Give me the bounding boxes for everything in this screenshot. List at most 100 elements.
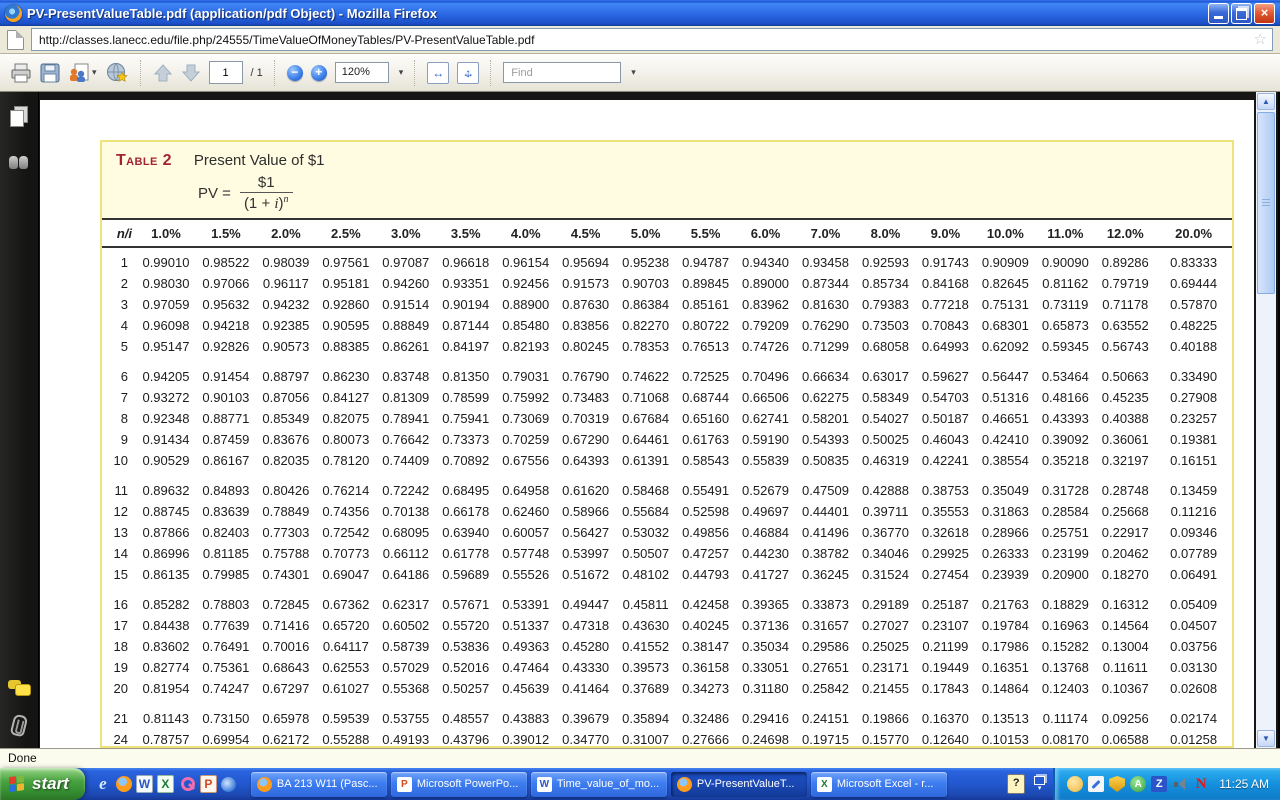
- taskbar-task-button[interactable]: WTime_value_of_mo...: [531, 772, 667, 797]
- value-cell: 0.55526: [496, 567, 556, 582]
- key-icon[interactable]: [178, 775, 196, 793]
- previous-page-button[interactable]: [153, 63, 173, 83]
- desktop: PV-PresentValueTable.pdf (application/pd…: [0, 0, 1280, 800]
- firefox-icon[interactable]: [116, 776, 132, 792]
- novell-icon[interactable]: N: [1193, 776, 1209, 792]
- shield-icon[interactable]: [1109, 776, 1125, 792]
- taskbar-task-button[interactable]: BA 213 W11 (Pasc...: [251, 772, 387, 797]
- value-cell: 0.36770: [855, 525, 915, 540]
- value-cell: 0.36158: [676, 660, 736, 675]
- z-app-icon[interactable]: Z: [1151, 776, 1167, 792]
- value-cell: 0.08170: [1035, 732, 1095, 747]
- scroll-up-button[interactable]: ▲: [1257, 93, 1275, 110]
- table-row: 20.980300.970660.961170.951810.942600.93…: [102, 273, 1232, 294]
- value-cell: 0.81309: [376, 390, 436, 405]
- value-cell: 0.06588: [1095, 732, 1155, 747]
- task-label: Microsoft Excel - r...: [837, 778, 941, 790]
- start-button[interactable]: start: [0, 768, 85, 800]
- value-cell: 0.02608: [1155, 681, 1232, 696]
- taskbar-task-button[interactable]: PV-PresentValueT...: [671, 772, 807, 797]
- pages-icon[interactable]: [8, 106, 30, 128]
- value-cell: 0.42241: [915, 453, 975, 468]
- table-row: 130.878660.824030.773030.725420.680950.6…: [102, 522, 1232, 543]
- value-cell: 0.26333: [975, 546, 1035, 561]
- value-cell: 0.54703: [915, 390, 975, 405]
- help-icon[interactable]: ?: [1007, 774, 1025, 794]
- messenger-icon[interactable]: [1067, 776, 1083, 792]
- value-cell: 0.42410: [975, 432, 1035, 447]
- value-cell: 0.16312: [1095, 597, 1155, 612]
- zoom-out-button[interactable]: −: [287, 65, 303, 81]
- find-caret-icon[interactable]: ▾: [631, 67, 636, 78]
- powerpoint-icon[interactable]: P: [200, 775, 217, 793]
- column-header: 4.5%: [556, 226, 616, 241]
- value-cell: 0.81630: [796, 297, 856, 312]
- status-text: Done: [8, 751, 37, 765]
- msn-icon[interactable]: [221, 777, 236, 792]
- zoom-level-select[interactable]: 120%: [335, 62, 389, 83]
- minimize-button[interactable]: [1208, 3, 1229, 24]
- taskbar-task-button[interactable]: XMicrosoft Excel - r...: [811, 772, 947, 797]
- value-cell: 0.74622: [616, 369, 676, 384]
- value-cell: 0.88849: [376, 318, 436, 333]
- value-cell: 0.65720: [316, 618, 376, 633]
- taskbar-task-button[interactable]: PMicrosoft PowerPo...: [391, 772, 527, 797]
- value-cell: 0.90573: [256, 339, 316, 354]
- vertical-scrollbar[interactable]: ▲ ▼: [1256, 92, 1276, 748]
- page-number-input[interactable]: [209, 61, 243, 84]
- scrollbar-thumb[interactable]: [1257, 112, 1275, 294]
- save-button[interactable]: [40, 63, 60, 83]
- attachments-icon[interactable]: [8, 714, 30, 736]
- value-cell: 0.86167: [196, 453, 256, 468]
- zoom-caret-icon[interactable]: ▾: [399, 67, 404, 78]
- period-cell: 14: [102, 546, 136, 561]
- value-cell: 0.58468: [616, 483, 676, 498]
- value-cell: 0.87056: [256, 390, 316, 405]
- print-button[interactable]: [10, 63, 32, 83]
- settings-icon[interactable]: [1088, 776, 1104, 792]
- value-cell: 0.67556: [496, 453, 556, 468]
- value-cell: 0.90103: [196, 390, 256, 405]
- value-cell: 0.48102: [616, 567, 676, 582]
- value-cell: 0.65978: [256, 711, 316, 726]
- value-cell: 0.86135: [136, 567, 196, 582]
- value-cell: 0.66506: [736, 390, 796, 405]
- value-cell: 0.37136: [736, 618, 796, 633]
- value-cell: 0.48225: [1155, 318, 1232, 333]
- value-cell: 0.94205: [136, 369, 196, 384]
- zoom-in-button[interactable]: +: [311, 65, 327, 81]
- value-cell: 0.11174: [1035, 711, 1095, 726]
- value-cell: 0.66178: [436, 504, 496, 519]
- value-cell: 0.53755: [376, 711, 436, 726]
- value-cell: 0.69047: [316, 567, 376, 582]
- value-cell: 0.67362: [316, 597, 376, 612]
- word-icon[interactable]: W: [136, 775, 153, 793]
- volume-icon[interactable]: [1172, 776, 1188, 792]
- excel-icon[interactable]: X: [157, 775, 174, 793]
- restore-button[interactable]: [1231, 3, 1252, 24]
- value-cell: 0.40245: [676, 618, 736, 633]
- find-input[interactable]: [509, 66, 615, 80]
- fit-page-button[interactable]: ↔ ↕: [457, 62, 479, 84]
- period-cell: 3: [102, 297, 136, 312]
- value-cell: 0.54393: [796, 432, 856, 447]
- antivirus-icon[interactable]: A: [1130, 776, 1146, 792]
- window-titlebar[interactable]: PV-PresentValueTable.pdf (application/pd…: [0, 0, 1280, 26]
- bookmark-star-icon[interactable]: ☆: [1254, 32, 1267, 47]
- value-cell: 0.50835: [796, 453, 856, 468]
- next-page-button[interactable]: [181, 63, 201, 83]
- fit-width-button[interactable]: ↔: [427, 62, 449, 84]
- collaborate-button[interactable]: ▾: [68, 63, 97, 83]
- column-header: 4.0%: [496, 226, 556, 241]
- scroll-down-button[interactable]: ▼: [1257, 730, 1275, 747]
- url-input[interactable]: [37, 32, 1254, 48]
- comments-icon[interactable]: [8, 678, 30, 700]
- internet-explorer-icon[interactable]: e: [94, 775, 112, 793]
- value-cell: 0.92385: [256, 318, 316, 333]
- share-button[interactable]: [105, 62, 129, 84]
- restore-window-icon: [1034, 776, 1045, 785]
- bookmarks-icon[interactable]: [8, 152, 30, 174]
- close-button[interactable]: ×: [1254, 3, 1275, 24]
- restore-panel-icon[interactable]: ▾: [1034, 776, 1045, 792]
- value-cell: 0.83676: [256, 432, 316, 447]
